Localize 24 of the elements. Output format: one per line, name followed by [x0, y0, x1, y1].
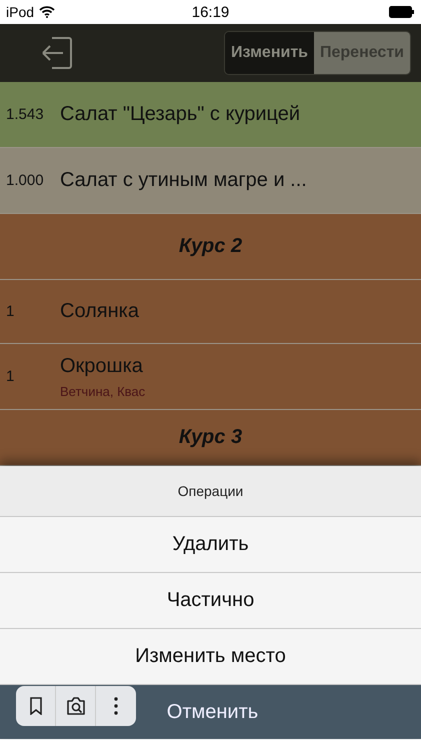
order-row[interactable]: 1 Окрошка Ветчина, Квас: [0, 344, 421, 410]
dish-name: Солянка: [60, 300, 139, 323]
action-button[interactable]: Изменить место: [0, 629, 421, 685]
quantity: 1: [5, 368, 16, 385]
action-button[interactable]: Удалить: [0, 517, 421, 573]
battery-icon: [389, 6, 415, 18]
order-row[interactable]: 1.543 Салат "Цезарь" с курицей: [0, 82, 421, 148]
course-title: Курс 3: [178, 426, 244, 449]
quantity: 1.000: [5, 172, 45, 189]
quantity: 1.543: [5, 106, 45, 123]
device-name: iPod: [6, 4, 34, 20]
dish-name: Салат с утиным магре и ...: [60, 169, 307, 192]
wifi-icon: [39, 6, 56, 18]
clock-time: 16:19: [192, 4, 230, 20]
sheet-title: Операции: [0, 466, 421, 517]
action-button[interactable]: Частично: [0, 573, 421, 629]
quantity: 1: [5, 303, 16, 320]
dish-name: Салат "Цезарь" с курицей: [60, 103, 300, 126]
dish-name: Окрошка: [60, 354, 144, 378]
segment-tab[interactable]: Изменить: [225, 32, 314, 74]
order-row[interactable]: 1 Солянка: [0, 280, 421, 344]
course-title: Курс 2: [178, 235, 244, 258]
dish-modifiers: Ветчина, Квас: [60, 384, 146, 398]
order-row[interactable]: 1.000 Салат с утиным магре и ...: [0, 148, 421, 214]
